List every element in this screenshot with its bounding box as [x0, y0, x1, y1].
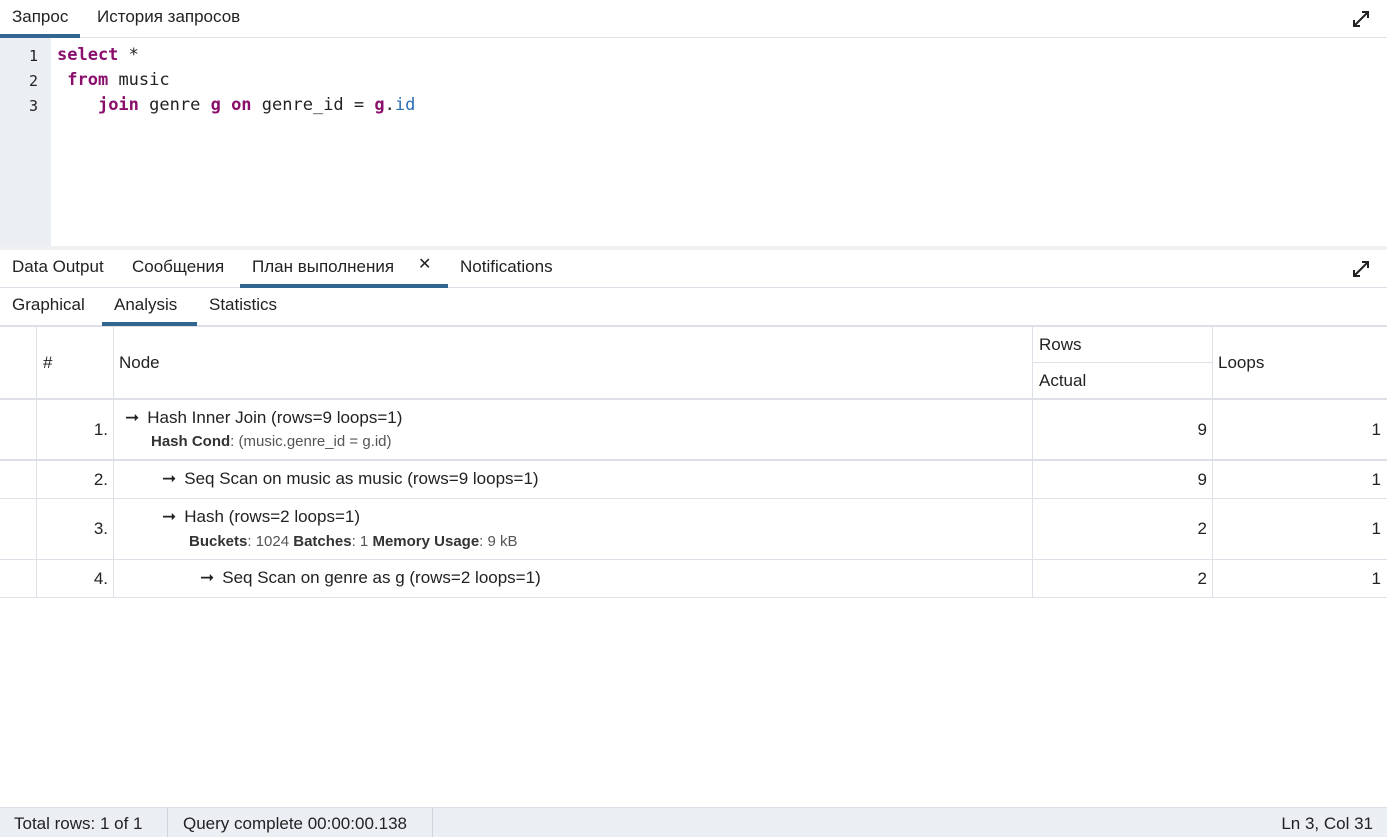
actual-rows: 2: [1197, 569, 1207, 588]
row-number: 4.: [93, 569, 108, 588]
node-label: ➞ Hash (rows=2 loops=1): [162, 507, 361, 526]
arrow-right-icon: ➞: [125, 408, 140, 427]
code-token: id: [394, 95, 416, 115]
node-label: ➞ Seq Scan on genre as g (rows=2 loops=1): [200, 568, 541, 587]
line-number: 3: [28, 97, 38, 115]
row-number: 3.: [93, 519, 108, 538]
line-gutter: 1 2 3: [0, 38, 51, 246]
row-number: 1.: [93, 420, 108, 439]
actual-rows: 2: [1197, 519, 1207, 538]
expand-icon[interactable]: [1351, 9, 1371, 29]
col-header-loops: Loops: [1218, 353, 1265, 372]
col-header-rows: Rows: [1039, 335, 1082, 354]
code-token: g: [210, 95, 221, 115]
arrow-right-icon: ➞: [200, 568, 215, 587]
node-details: Hash Cond: (music.genre_id = g.id): [151, 433, 392, 450]
plan-subtabs: Graphical Analysis Statistics: [0, 288, 1387, 326]
code-token: genre: [138, 95, 211, 115]
col-header-actual: Actual: [1039, 371, 1087, 390]
tab-analysis[interactable]: Analysis: [102, 288, 197, 326]
code-line[interactable]: join genre g on genre_id = g.id: [57, 95, 415, 115]
tab-query[interactable]: Запрос: [0, 0, 81, 38]
code-token: on: [231, 95, 252, 115]
tab-explain-plan[interactable]: План выполнения: [240, 250, 448, 288]
tab-explain-plan-label: План выполнения: [252, 257, 395, 276]
status-bar: Total rows: 1 of 1 Query complete 00:00:…: [0, 807, 1387, 837]
node-label: ➞ Seq Scan on music as music (rows=9 loop…: [162, 469, 539, 488]
actual-rows: 9: [1197, 470, 1207, 489]
loops: 1: [1371, 420, 1381, 439]
node-details: Buckets: 1024 Batches: 1 Memory Usage: 9…: [189, 533, 518, 550]
tab-data-output[interactable]: Data Output: [0, 250, 116, 288]
actual-rows: 9: [1197, 420, 1207, 439]
code-token: *: [118, 45, 139, 65]
code-line[interactable]: from music: [57, 70, 170, 90]
row-number: 2.: [93, 470, 108, 489]
loops: 1: [1371, 569, 1381, 588]
arrow-right-icon: ➞: [162, 469, 177, 488]
close-icon[interactable]: ✕: [418, 254, 431, 274]
code-token: music: [108, 70, 170, 90]
loops: 1: [1371, 470, 1381, 489]
code-token: g: [374, 95, 385, 115]
status-cursor-position: Ln 3, Col 31: [1281, 814, 1373, 833]
code-token: join: [97, 95, 139, 115]
status-query-complete: Query complete 00:00:00.138: [183, 814, 407, 833]
tab-messages[interactable]: Сообщения: [120, 250, 236, 288]
tab-statistics[interactable]: Statistics: [197, 288, 289, 326]
tab-graphical[interactable]: Graphical: [0, 288, 97, 326]
expand-icon[interactable]: [1351, 259, 1371, 279]
tab-query-history[interactable]: История запросов: [85, 0, 252, 38]
code-token: genre_id =: [251, 95, 375, 115]
code-token: .: [384, 95, 395, 115]
query-tabbar: Запрос История запросов: [0, 0, 1387, 38]
line-number: 2: [28, 72, 38, 90]
loops: 1: [1371, 519, 1381, 538]
status-total-rows: Total rows: 1 of 1: [14, 814, 143, 833]
line-number: 1: [28, 47, 38, 65]
code-line[interactable]: select *: [57, 45, 139, 65]
tab-notifications[interactable]: Notifications: [448, 250, 565, 288]
sql-editor[interactable]: 1 2 3 select * from music join genre g o…: [0, 38, 1387, 246]
code-token: select: [57, 45, 119, 65]
node-label: ➞ Hash Inner Join (rows=9 loops=1): [125, 408, 403, 427]
arrow-right-icon: ➞: [162, 507, 177, 526]
col-header-num: #: [43, 353, 53, 372]
output-tabbar: Data Output Сообщения План выполнения ✕ …: [0, 250, 1387, 288]
col-header-node: Node: [119, 353, 160, 372]
code-token: from: [67, 70, 109, 90]
